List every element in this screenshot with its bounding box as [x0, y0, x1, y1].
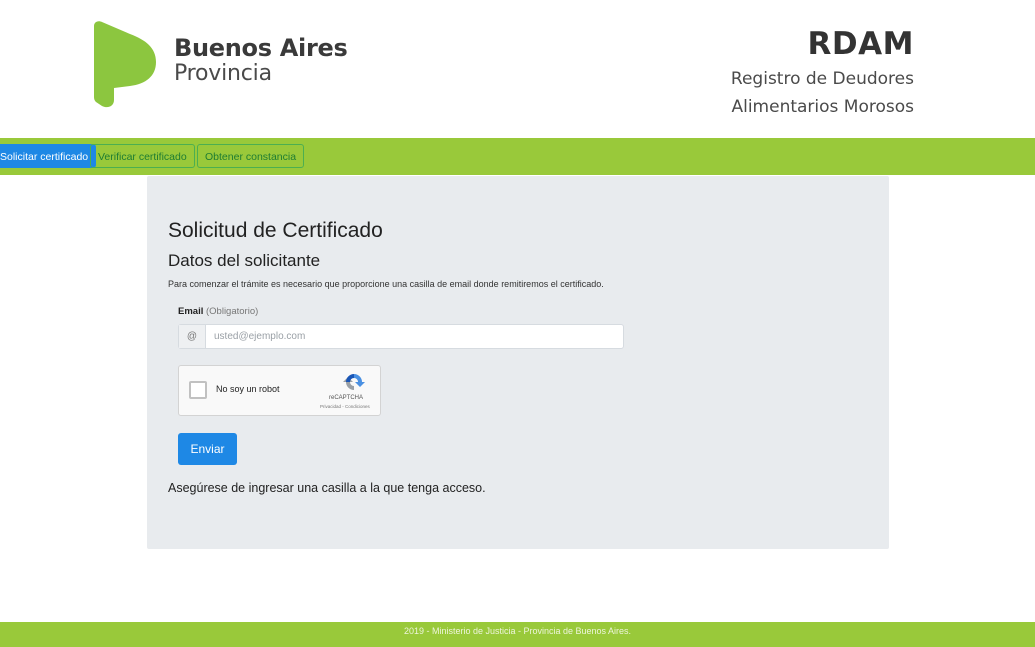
email-input[interactable]	[206, 325, 622, 348]
logo-line-1: Buenos Aires	[174, 34, 348, 62]
logo-line-2: Provincia	[174, 61, 272, 86]
main-nav: Solicitar certificado Verificar certific…	[0, 138, 1035, 175]
submit-button[interactable]: Enviar	[178, 433, 237, 465]
at-sign-icon: @	[179, 325, 206, 348]
page-title: Solicitud de Certificado	[168, 219, 383, 242]
recaptcha-label: No soy un robot	[216, 384, 280, 394]
recaptcha-logo-icon	[343, 374, 365, 390]
recaptcha-widget: No soy un robot reCAPTCHA Privacidad - C…	[178, 365, 381, 416]
footer-text: 2019 - Ministerio de Justicia - Provinci…	[403, 626, 632, 636]
brand-subtitle-2: Alimentarios Morosos	[731, 97, 914, 117]
site-footer: 2019 - Ministerio de Justicia - Provinci…	[0, 622, 1035, 647]
logo-text: Buenos Aires Provincia	[174, 34, 348, 86]
recaptcha-brand: reCAPTCHA	[329, 395, 364, 401]
provincia-logo-icon	[94, 21, 156, 108]
tab-verificar-certificado[interactable]: Verificar certificado	[90, 144, 195, 168]
rdam-brand: RDAM Registro de Deudores Alimentarios M…	[731, 26, 914, 118]
tab-obtener-constancia[interactable]: Obtener constancia	[197, 144, 305, 168]
email-required-hint: (Obligatorio)	[206, 306, 259, 317]
brand-title: RDAM	[807, 26, 914, 62]
recaptcha-links[interactable]: Privacidad - Condiciones	[320, 404, 370, 409]
email-input-group: @	[178, 324, 624, 349]
brand-subtitle-1: Registro de Deudores	[730, 69, 914, 89]
recaptcha-checkbox[interactable]	[189, 381, 207, 399]
intro-text: Para comenzar el trámite es necesario qu…	[168, 279, 604, 289]
site-header: Buenos Aires Provincia RDAM Registro de …	[0, 0, 1035, 138]
email-label-text: Email	[178, 306, 204, 317]
access-note: Asegúrese de ingresar una casilla a la q…	[168, 481, 486, 495]
section-title: Datos del solicitante	[168, 251, 321, 270]
email-label: Email (Obligatorio)	[178, 306, 258, 317]
request-form-card: Solicitud de Certificado Datos del solic…	[147, 176, 889, 549]
tab-solicitar-certificado[interactable]: Solicitar certificado	[0, 144, 97, 168]
